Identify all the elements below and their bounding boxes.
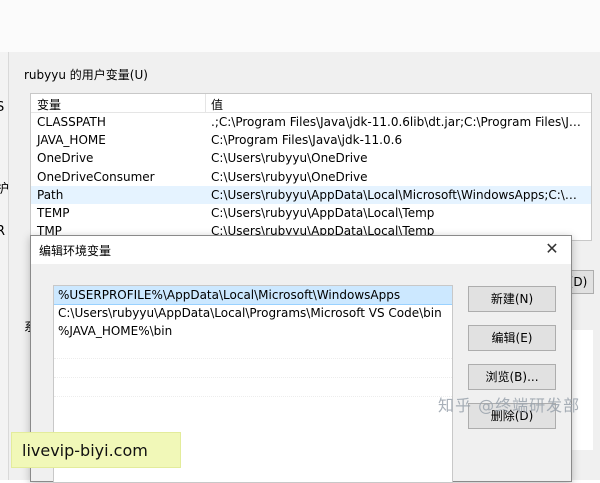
variable-value: C:\Users\rubyyu\AppData\Local\Microsoft\…	[211, 187, 585, 202]
table-row[interactable]: CLASSPATH .;C:\Program Files\Java\jdk-11…	[31, 113, 591, 131]
path-entry-empty[interactable]	[54, 378, 452, 397]
watermark: 知乎 @终端研发部	[438, 396, 581, 415]
path-entry-empty[interactable]	[54, 359, 452, 378]
left-edge-glyph: (	[0, 142, 1, 157]
list-header: 变量 值	[31, 94, 591, 113]
variable-value: C:\Program Files\Java\jdk-11.0.6	[211, 133, 403, 148]
table-row[interactable]: TEMP C:\Users\rubyyu\AppData\Local\Temp	[31, 204, 591, 222]
path-entry-empty[interactable]	[54, 340, 452, 359]
left-edge-glyph: S	[0, 100, 5, 115]
left-edge-glyph: 护	[0, 182, 10, 197]
variable-value: .;C:\Program Files\Java\jdk-11.0.6lib\dt…	[211, 115, 585, 129]
table-row[interactable]: OneDrive C:\Users\rubyyu\OneDrive	[31, 149, 591, 167]
new-button[interactable]: 新建(N)	[468, 286, 556, 312]
browse-button[interactable]: 浏览(B)...	[468, 364, 556, 390]
left-window-edge	[0, 52, 9, 480]
table-row-selected[interactable]: Path C:\Users\rubyyu\AppData\Local\Micro…	[31, 185, 591, 204]
variable-name: OneDriveConsumer	[37, 169, 155, 184]
variable-value: C:\Users\rubyyu\OneDrive	[211, 169, 368, 184]
variable-value: C:\Users\rubyyu\AppData\Local\Temp	[211, 205, 435, 220]
variable-name: TEMP	[37, 205, 70, 220]
user-variables-label: rubyyu 的用户变量(U)	[24, 68, 148, 82]
site-caption: livevip-biyi.com	[11, 432, 181, 468]
variable-name: JAVA_HOME	[37, 133, 106, 148]
table-row[interactable]: JAVA_HOME C:\Program Files\Java\jdk-11.0…	[31, 131, 591, 149]
dialog-titlebar[interactable]: 编辑环境变量 ✕	[31, 236, 571, 264]
variable-name: OneDrive	[37, 151, 94, 166]
column-header-value[interactable]: 值	[211, 96, 223, 113]
user-variables-list[interactable]: 变量 值 CLASSPATH .;C:\Program Files\Java\j…	[30, 93, 592, 241]
column-header-variable[interactable]: 变量	[37, 96, 61, 113]
table-row[interactable]: OneDriveConsumer C:\Users\rubyyu\OneDriv…	[31, 168, 591, 186]
path-entry-selected[interactable]: %USERPROFILE%\AppData\Local\Microsoft\Wi…	[54, 286, 452, 305]
close-icon[interactable]: ✕	[543, 240, 561, 258]
edit-button[interactable]: 编辑(E)	[468, 325, 556, 351]
variable-value: C:\Users\rubyyu\OneDrive	[211, 151, 368, 166]
left-edge-glyph: R	[0, 224, 6, 239]
column-divider[interactable]	[205, 94, 206, 112]
variable-name: CLASSPATH	[37, 115, 106, 129]
top-strip	[0, 0, 600, 52]
variable-name: Path	[37, 187, 64, 202]
path-entry[interactable]: %JAVA_HOME%\bin	[54, 322, 452, 340]
dialog-title: 编辑环境变量	[39, 244, 112, 258]
path-entry[interactable]: C:\Users\rubyyu\AppData\Local\Programs\M…	[54, 304, 452, 322]
